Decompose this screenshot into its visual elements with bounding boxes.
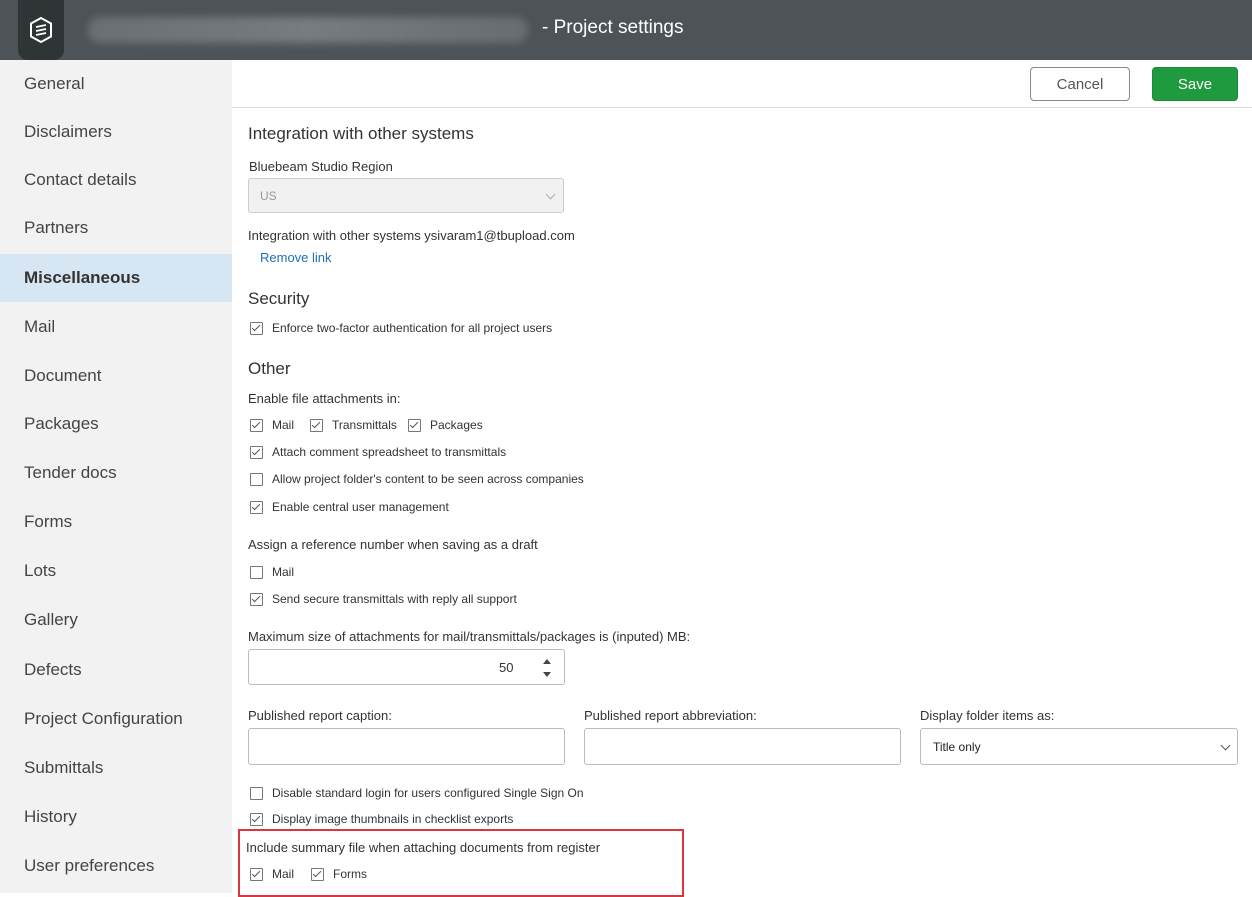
attachments-label: Enable file attachments in: [248, 391, 401, 406]
integration-linked-text: Integration with other systems ysivaram1… [248, 228, 575, 243]
attach-transmittals-label: Transmittals [332, 418, 397, 432]
region-select-value: US [260, 189, 277, 203]
attach-mail-checkbox[interactable] [250, 419, 263, 432]
sidebar-item-user-preferences[interactable]: User preferences [0, 842, 232, 890]
settings-panel: Cancel Save Integration with other syste… [232, 60, 1252, 897]
caption-label: Published report caption: [248, 708, 392, 723]
window-title: - Project settings [542, 17, 684, 38]
sidebar-item-project-configuration[interactable]: Project Configuration [0, 695, 232, 743]
two-factor-checkbox[interactable] [250, 322, 263, 335]
summary-mail-checkbox[interactable] [250, 868, 263, 881]
sidebar-item-submittals[interactable]: Submittals [0, 744, 232, 792]
caption-input[interactable] [248, 728, 565, 765]
max-size-input[interactable]: 50 [248, 649, 565, 685]
blurred-project-name [88, 17, 528, 43]
max-size-label: Maximum size of attachments for mail/tra… [248, 629, 691, 644]
remove-link[interactable]: Remove link [260, 250, 332, 265]
attach-packages-label: Packages [430, 418, 483, 432]
max-size-value: 50 [499, 660, 514, 675]
summary-label: Include summary file when attaching docu… [246, 840, 601, 855]
sidebar-item-contact-details[interactable]: Contact details [0, 156, 232, 204]
display-folder-value: Title only [933, 740, 981, 754]
chevron-down-icon [545, 189, 556, 200]
secure-transmittals-label: Send secure transmittals with reply all … [272, 592, 517, 606]
attach-mail-label: Mail [272, 418, 295, 432]
sidebar-item-general[interactable]: General [0, 60, 232, 108]
sidebar-item-document[interactable]: Document [0, 352, 232, 400]
region-select[interactable]: US [248, 178, 564, 213]
security-heading: Security [248, 289, 310, 308]
title-bar: - Project settings [0, 0, 1252, 60]
comment-spreadsheet-label: Attach comment spreadsheet to transmitta… [272, 445, 507, 459]
sidebar-item-gallery[interactable]: Gallery [0, 596, 232, 644]
display-folder-select[interactable]: Title only [920, 728, 1238, 765]
integration-heading: Integration with other systems [248, 124, 474, 143]
folder-across-checkbox[interactable] [250, 473, 263, 486]
sidebar-item-defects[interactable]: Defects [0, 646, 232, 694]
other-heading: Other [248, 359, 291, 378]
summary-forms-label: Forms [333, 867, 367, 881]
sidebar-item-tender-docs[interactable]: Tender docs [0, 449, 232, 497]
chevron-down-icon [1220, 740, 1231, 751]
app-logo-icon [30, 16, 52, 44]
abbreviation-label: Published report abbreviation: [584, 708, 757, 723]
central-user-checkbox[interactable] [250, 501, 263, 514]
sidebar-item-miscellaneous[interactable]: Miscellaneous [0, 254, 232, 302]
cancel-button[interactable]: Cancel [1030, 67, 1130, 101]
comment-spreadsheet-checkbox[interactable] [250, 446, 263, 459]
disable-login-checkbox[interactable] [250, 787, 263, 800]
two-factor-label: Enforce two-factor authentication for al… [272, 321, 553, 335]
display-folder-label: Display folder items as: [920, 708, 1055, 723]
summary-forms-checkbox[interactable] [311, 868, 324, 881]
sidebar-item-partners[interactable]: Partners [0, 204, 232, 252]
folder-across-label: Allow project folder's content to be see… [272, 472, 584, 486]
central-user-label: Enable central user management [272, 500, 449, 514]
sidebar-item-packages[interactable]: Packages [0, 400, 232, 448]
app-logo [18, 0, 64, 60]
abbreviation-input[interactable] [584, 728, 901, 765]
sidebar-item-mail[interactable]: Mail [0, 303, 232, 351]
sidebar: General Disclaimers Contact details Part… [0, 60, 232, 893]
action-bar: Cancel Save [232, 60, 1252, 108]
summary-mail-label: Mail [272, 867, 295, 881]
secure-transmittals-checkbox[interactable] [250, 593, 263, 606]
sidebar-item-lots[interactable]: Lots [0, 547, 232, 595]
reference-label: Assign a reference number when saving as… [248, 537, 538, 552]
attach-packages-checkbox[interactable] [408, 419, 421, 432]
sidebar-item-history[interactable]: History [0, 793, 232, 841]
region-label: Bluebeam Studio Region [249, 159, 393, 174]
disable-login-label: Disable standard login for users configu… [272, 786, 584, 800]
ref-mail-checkbox[interactable] [250, 566, 263, 579]
sidebar-item-forms[interactable]: Forms [0, 498, 232, 546]
thumbnails-checkbox[interactable] [250, 813, 263, 826]
save-button[interactable]: Save [1152, 67, 1238, 101]
sidebar-item-disclaimers[interactable]: Disclaimers [0, 108, 232, 156]
attach-transmittals-checkbox[interactable] [310, 419, 323, 432]
ref-mail-label: Mail [272, 565, 295, 579]
thumbnails-label: Display image thumbnails in checklist ex… [272, 812, 514, 826]
stepper-icon[interactable] [542, 656, 552, 680]
